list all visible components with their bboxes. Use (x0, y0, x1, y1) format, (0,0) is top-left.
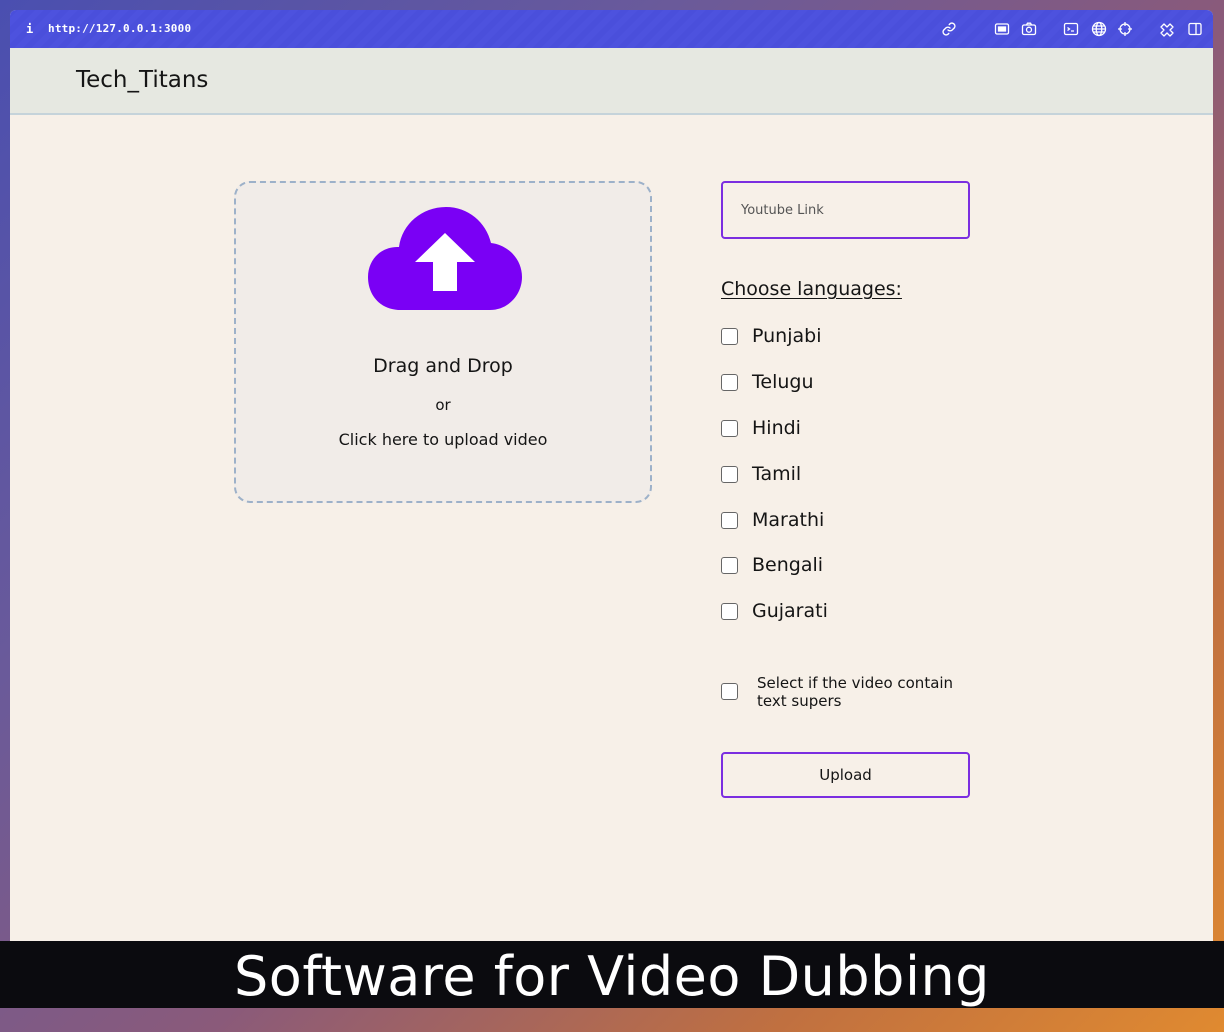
browser-toolbar: i http://127.0.0.1:3000 (10, 10, 1213, 48)
marathi-checkbox[interactable] (721, 512, 738, 529)
browser-window: i http://127.0.0.1:3000 Tech_Titans Drag… (10, 10, 1213, 941)
dropzone-title: Drag and Drop (373, 355, 513, 377)
link-icon[interactable] (941, 21, 957, 37)
language-label: Bengali (752, 554, 824, 576)
cloud-upload-icon (368, 207, 522, 310)
screenshot-icon[interactable] (994, 21, 1010, 37)
extensions-icon[interactable] (1159, 21, 1175, 37)
text-supers-label: Select if the video contain text supers (757, 674, 954, 710)
dropzone-click-text[interactable]: Click here to upload video (236, 430, 650, 449)
language-label: Punjabi (752, 325, 822, 347)
punjabi-checkbox[interactable] (721, 328, 738, 345)
caption-banner: Software for Video Dubbing (0, 941, 1224, 1008)
sidebar-icon[interactable] (1187, 21, 1203, 37)
text-supers-option[interactable]: Select if the video contain text supers (721, 674, 981, 718)
address-bar[interactable]: http://127.0.0.1:3000 (48, 22, 191, 35)
text-supers-checkbox[interactable] (721, 683, 738, 700)
languages-heading: Choose languages: (721, 278, 902, 300)
upload-button[interactable]: Upload (721, 752, 970, 798)
terminal-icon[interactable] (1063, 21, 1079, 37)
dropzone-or: or (435, 396, 451, 414)
hindi-checkbox[interactable] (721, 420, 738, 437)
bengali-checkbox[interactable] (721, 557, 738, 574)
globe-icon[interactable] (1091, 21, 1107, 37)
crosshair-icon[interactable] (1117, 21, 1133, 37)
caption-text: Software for Video Dubbing (234, 945, 990, 1008)
language-label: Telugu (752, 371, 814, 393)
language-label: Hindi (752, 417, 801, 439)
camera-icon[interactable] (1021, 21, 1037, 37)
brand-title[interactable]: Tech_Titans (76, 67, 208, 93)
gujarati-checkbox[interactable] (721, 603, 738, 620)
info-icon[interactable]: i (26, 22, 33, 36)
tamil-checkbox[interactable] (721, 466, 738, 483)
language-label: Tamil (752, 463, 802, 485)
language-label: Marathi (752, 509, 825, 531)
youtube-link-input[interactable] (721, 181, 970, 239)
telugu-checkbox[interactable] (721, 374, 738, 391)
video-dropzone[interactable]: Drag and Drop or Click here to upload vi… (234, 181, 652, 503)
language-label: Gujarati (752, 600, 828, 622)
app-header: Tech_Titans (10, 48, 1213, 115)
